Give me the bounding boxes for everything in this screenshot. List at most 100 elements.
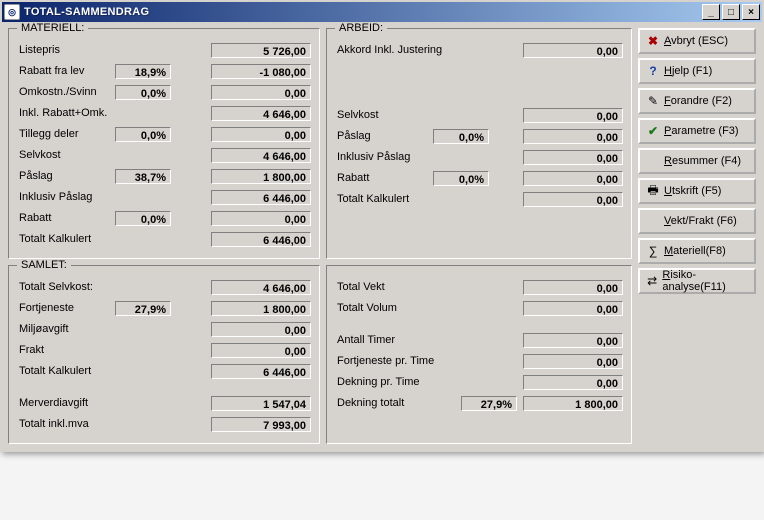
field-value: 5 726,00: [211, 43, 311, 58]
field-label: Dekning totalt: [337, 397, 461, 409]
field-percent: 0,0%: [433, 129, 489, 144]
field-value: 0,00: [211, 211, 311, 226]
field-percent: 0,0%: [115, 85, 171, 100]
button-label: Avbryt (ESC): [664, 35, 728, 47]
field-label: Antall Timer: [337, 334, 468, 346]
field-value: 0,00: [523, 43, 623, 58]
panel-metrics: Total Vekt0,00Totalt Volum0,00Antall Tim…: [326, 265, 632, 444]
cancel-icon: ✖: [646, 34, 660, 48]
field-value: 0,00: [523, 192, 623, 207]
field-label: Inkl. Rabatt+Omk.: [19, 107, 115, 119]
sigma-icon: ∑: [646, 244, 660, 258]
check-icon: ✔: [646, 124, 660, 138]
field-value: 0,00: [211, 343, 311, 358]
field-value: 0,00: [523, 280, 623, 295]
app-icon: ◎: [4, 4, 20, 20]
field-percent: 18,9%: [115, 64, 171, 79]
field-value: 0,00: [523, 150, 623, 165]
field-value: 1 547,04: [211, 396, 311, 411]
field-label: Totalt inkl.mva: [19, 418, 115, 430]
field-value: 0,00: [523, 375, 623, 390]
field-label: Miljøavgift: [19, 323, 115, 335]
resummer-button[interactable]: Resummer (F4): [638, 148, 756, 174]
field-percent: 27,9%: [461, 396, 517, 411]
minimize-button[interactable]: _: [702, 4, 720, 20]
field-label: Frakt: [19, 344, 115, 356]
panel-materiell: Listepris 5 726,00 Rabatt fra lev18,9% -1 0…: [8, 28, 320, 259]
button-label: Utskrift (F5): [664, 185, 721, 197]
maximize-button[interactable]: □: [722, 4, 740, 20]
field-label: Dekning pr. Time: [337, 376, 468, 388]
field-label: Selvkost: [337, 109, 433, 121]
button-label: Vekt/Frakt (F6): [664, 215, 737, 227]
field-value: 0,00: [211, 127, 311, 142]
hjelp-button[interactable]: ? Hjelp (F1): [638, 58, 756, 84]
field-value: 0,00: [211, 322, 311, 337]
risiko-button[interactable]: ⇄ Risiko-analyse(F11): [638, 268, 756, 294]
field-label: Rabatt: [19, 212, 115, 224]
button-label: Parametre (F3): [664, 125, 739, 137]
print-icon: 🖶: [646, 184, 660, 198]
weight-icon: [646, 214, 660, 228]
field-label: Inklusiv Påslag: [19, 191, 115, 203]
field-value: 0,00: [523, 301, 623, 316]
button-label: Materiell(F8): [664, 245, 726, 257]
field-percent: 0,0%: [115, 127, 171, 142]
field-label: Inklusiv Påslag: [337, 151, 433, 163]
vekt-button[interactable]: Vekt/Frakt (F6): [638, 208, 756, 234]
edit-icon: ✎: [646, 94, 660, 108]
field-label: Totalt Kalkulert: [19, 365, 115, 377]
field-label: Total Vekt: [337, 281, 468, 293]
avbryt-button[interactable]: ✖ Avbryt (ESC): [638, 28, 756, 54]
field-label: Selvkost: [19, 149, 115, 161]
field-label: Totalt Kalkulert: [19, 233, 115, 245]
materiell-button[interactable]: ∑ Materiell(F8): [638, 238, 756, 264]
field-label: Akkord Inkl. Justering: [337, 44, 468, 56]
action-button-column: ✖ Avbryt (ESC) ? Hjelp (F1) ✎ Forandre (…: [638, 28, 756, 444]
field-value: 1 800,00: [211, 301, 311, 316]
field-value: 0,00: [523, 354, 623, 369]
field-label: Påslag: [19, 170, 115, 182]
field-label: Rabatt fra lev: [19, 65, 115, 77]
field-value: 6 446,00: [211, 364, 311, 379]
field-label: Totalt Kalkulert: [337, 193, 433, 205]
field-value: 1 800,00: [211, 169, 311, 184]
field-label: Rabatt: [337, 172, 433, 184]
field-value: 4 646,00: [211, 280, 311, 295]
forandre-button[interactable]: ✎ Forandre (F2): [638, 88, 756, 114]
field-percent: 0,0%: [115, 211, 171, 226]
window-title: TOTAL-SAMMENDRAG: [24, 6, 702, 18]
parametre-button[interactable]: ✔ Parametre (F3): [638, 118, 756, 144]
transfer-icon: ⇄: [646, 274, 658, 288]
field-percent: 27,9%: [115, 301, 171, 316]
field-value: 6 446,00: [211, 190, 311, 205]
close-button[interactable]: ×: [742, 4, 760, 20]
field-value: -1 080,00: [211, 64, 311, 79]
field-label: Omkostn./Svinn: [19, 86, 115, 98]
field-value: 0,00: [523, 171, 623, 186]
field-label: Tillegg deler: [19, 128, 115, 140]
field-label: Merverdiavgift: [19, 397, 115, 409]
panel-arbeid: Akkord Inkl. Justering 0,00 Selvkost 0,00 På…: [326, 28, 632, 259]
field-value: 0,00: [523, 129, 623, 144]
utskrift-button[interactable]: 🖶 Utskrift (F5): [638, 178, 756, 204]
field-value: 4 646,00: [211, 148, 311, 163]
field-value: 6 446,00: [211, 232, 311, 247]
field-value: 0,00: [523, 108, 623, 123]
summary-window: ◎ TOTAL-SAMMENDRAG _ □ × Listepris 5 726,…: [0, 0, 764, 452]
field-value: 7 993,00: [211, 417, 311, 432]
button-label: Risiko-analyse(F11): [662, 269, 748, 293]
button-label: Forandre (F2): [664, 95, 732, 107]
field-label: Fortjeneste pr. Time: [337, 355, 468, 367]
panel-samlet: Totalt Selvkost:4 646,00Fortjeneste27,9%…: [8, 265, 320, 444]
field-label: Totalt Selvkost:: [19, 281, 115, 293]
field-label: Listepris: [19, 44, 115, 56]
button-label: Resummer (F4): [664, 155, 741, 167]
sum-icon: [646, 154, 660, 168]
field-value: 0,00: [523, 333, 623, 348]
field-percent: 0,0%: [433, 171, 489, 186]
field-label: Påslag: [337, 130, 433, 142]
field-percent: 38,7%: [115, 169, 171, 184]
titlebar[interactable]: ◎ TOTAL-SAMMENDRAG _ □ ×: [2, 2, 762, 22]
help-icon: ?: [646, 64, 660, 78]
